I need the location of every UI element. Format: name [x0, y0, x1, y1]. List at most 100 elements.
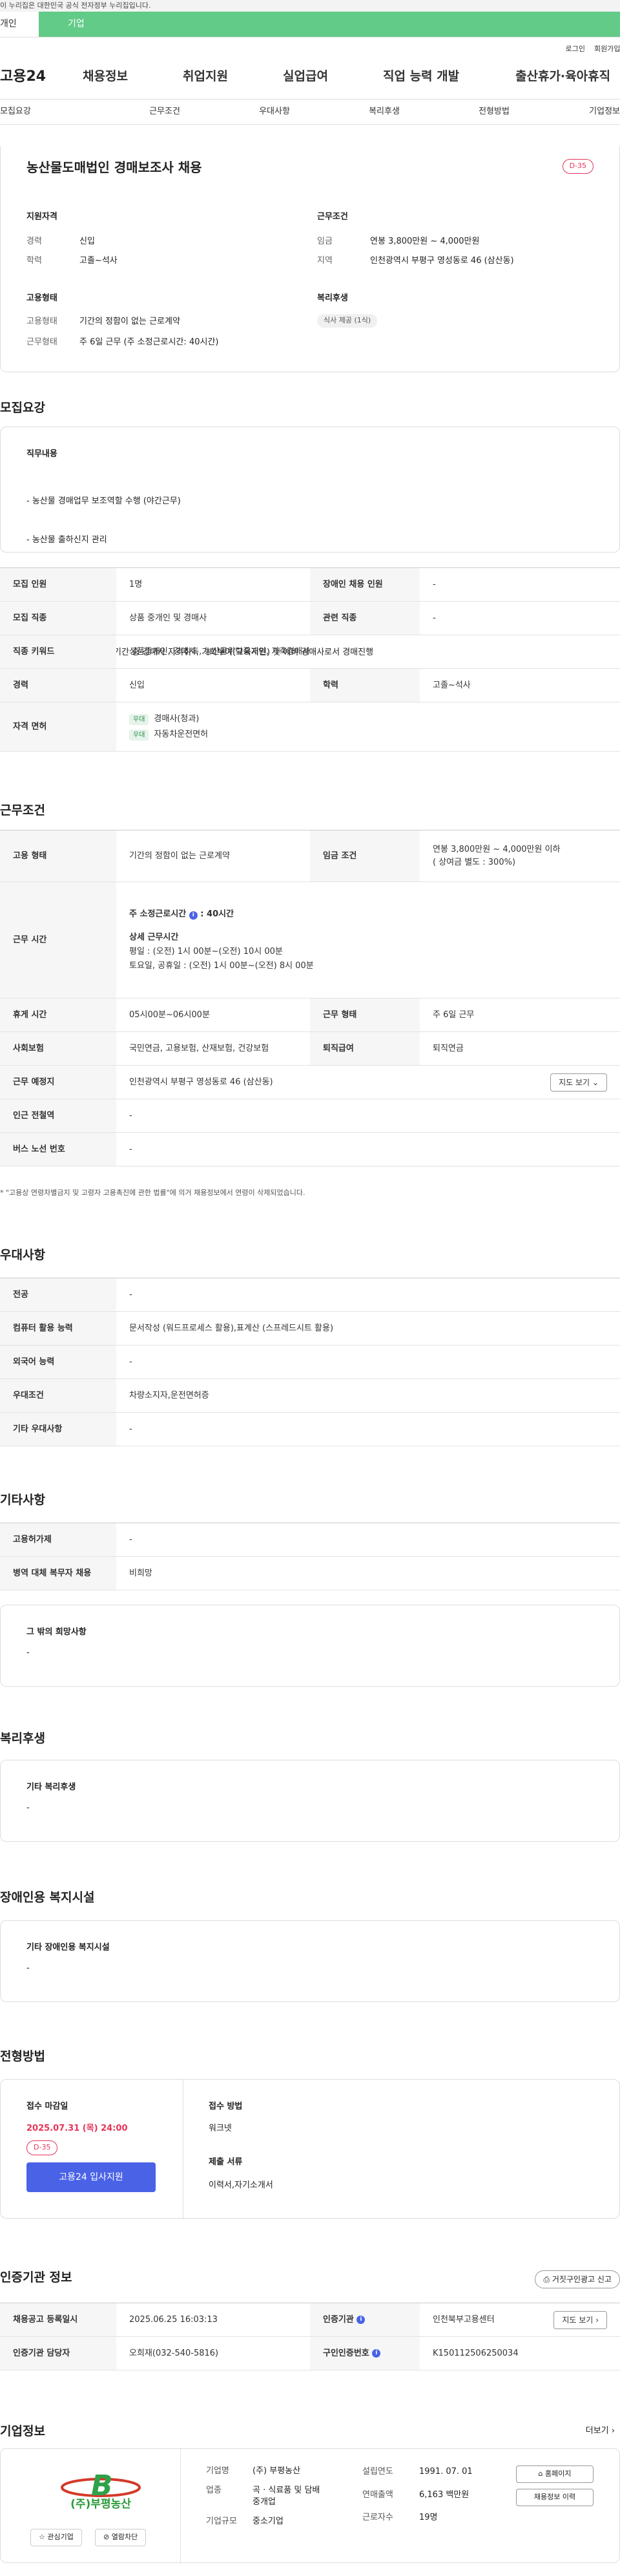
method-value: 워크넷	[209, 2124, 232, 2133]
info-label: 기업명	[206, 2466, 229, 2476]
duty-box: 직무내용 - 농산물 경매업무 보조역할 수행 (야간근무) - 농산물 출하신…	[0, 427, 620, 657]
bonus-value: ( 상여금 별도 : 300%)	[433, 857, 516, 867]
duty-line: - 농산물 경매업무 보조역할 수행 (야간근무)	[26, 496, 181, 506]
company-info-right: 설립연도 1991. 07. 01 연매출액 6,163 백만원 근로자수 19명	[362, 2465, 491, 2524]
emp-type-value: 기간의 정함이 없는 근로계약	[79, 317, 180, 326]
weekly-hours-value: 40시간	[207, 909, 234, 919]
emp-type-label: 고용형태	[26, 317, 57, 326]
apply-button[interactable]: 고용24 입사지원	[26, 2162, 156, 2192]
tab-business-label: 기업	[68, 19, 85, 29]
table-header: 근무 형태	[310, 998, 420, 1031]
divider	[180, 2449, 181, 2564]
nav-parental-leave[interactable]: 출산휴가·육아휴직	[515, 67, 610, 86]
welfare-section-heading: 복리후생	[0, 1731, 45, 1746]
company-info-row: 기업규모 중소기업	[206, 2516, 348, 2528]
table-row: 채용공고 등록일시 2025.06.25 16:03:13 인증기관 i 인천북…	[0, 2303, 620, 2337]
signup-link[interactable]: 회원가입	[594, 44, 620, 63]
tab-business[interactable]: 기업	[39, 12, 620, 37]
table-row: 모집 직종 상품 중개인 및 경매사 관련 직종 -	[0, 602, 620, 635]
emp-form-value: 주 6일 근무 (주 소정근로시간: 40시간)	[79, 337, 219, 347]
age-notice: * "고용상 연령차별금지 및 고령자 고용촉진에 관한 법률"에 의거 채용정…	[0, 1188, 305, 1197]
qual-education: 학력 고졸~석사	[26, 255, 118, 268]
table-cell: 고졸~석사	[433, 680, 471, 690]
company-info-left: 기업명 (주) 부평농산 업종 곡 · 식료품 및 담배 중개업 기업규모 중소기업	[206, 2465, 348, 2528]
table-row: 기타 우대사항 -	[0, 1413, 620, 1446]
hours-cell: 주 소정근로시간 i : 40시간 상세 근무시간 평일 : (오전) 1시 0…	[116, 882, 327, 998]
info-label: 설립연도	[362, 2467, 393, 2476]
subnav-recruit[interactable]: 모집요강	[0, 105, 110, 118]
table-header: 전공	[0, 1278, 116, 1311]
table-header: 퇴직급여	[310, 1032, 420, 1065]
favorite-company-button[interactable]: ☆ 관심기업	[30, 2529, 82, 2546]
place-cell: 인천광역시 부평구 영성동로 46 (삼산동) 지도 보기 ⌄	[116, 1066, 620, 1099]
etc-box-value: -	[26, 1648, 30, 1658]
nav-unemployment-benefit[interactable]: 실업급여	[283, 67, 383, 86]
favorite-label: 관심기업	[47, 2533, 74, 2541]
section-nav: 모집요강 근무조건 우대사항 복리후생 전형방법 기업정보	[0, 99, 620, 125]
tab-personal[interactable]: 개인	[0, 12, 39, 37]
table-header: 구인인증번호 i	[310, 2337, 420, 2370]
homepage-label: 홈페이지	[545, 2469, 572, 2478]
table-header: 기타 우대사항	[0, 1413, 116, 1446]
login-link[interactable]: 로그인	[566, 44, 585, 63]
subnav-selection[interactable]: 전형방법	[439, 105, 549, 118]
company-info-row: 연매출액 6,163 백만원	[362, 2489, 491, 2502]
deadline-heading: 접수 마감일	[26, 2102, 68, 2111]
etc-table: 고용허가제 - 병역 대체 복무자 채용 비희망	[0, 1523, 620, 1590]
nav-vocational-training[interactable]: 직업 능력 개발	[383, 67, 515, 86]
weekly-hours-label: 주 소정근로시간	[129, 909, 187, 919]
cert-map-button[interactable]: 지도 보기 ›	[553, 2310, 607, 2329]
table-cell: 퇴직연금	[433, 1043, 464, 1053]
table-header: 고용허가제	[0, 1523, 116, 1556]
subnav-welfare[interactable]: 복리후생	[329, 105, 439, 118]
company-info-row: 설립연도 1991. 07. 01	[362, 2465, 491, 2478]
weekly-hours: 주 소정근로시간 i : 40시간	[129, 909, 234, 920]
hours-detail-line: 토요일, 공휴일 : (오전) 1시 00분~(오전) 8시 00분	[129, 960, 314, 971]
qual-edu-value: 고졸~석사	[79, 256, 118, 266]
disability-box-value: -	[26, 1963, 30, 1973]
table-row: 인근 전철역 -	[0, 1099, 620, 1133]
table-header: 사회보험	[0, 1032, 116, 1065]
table-row: 근무 예정지 인천광역시 부평구 영성동로 46 (삼산동) 지도 보기 ⌄	[0, 1066, 620, 1099]
subnav-conditions[interactable]: 근무조건	[110, 105, 220, 118]
nav-job-info[interactable]: 채용정보	[83, 67, 183, 86]
info-icon[interactable]: i	[372, 2349, 381, 2358]
chevron-right-icon: ›	[595, 2315, 599, 2325]
info-icon[interactable]: i	[356, 2316, 366, 2324]
map-button[interactable]: 지도 보기 ⌄	[550, 1073, 607, 1092]
subnav-preferences[interactable]: 우대사항	[220, 105, 329, 118]
site-logo[interactable]: 고용24	[0, 66, 83, 87]
home-icon: ⌂	[538, 2469, 543, 2478]
subnav-company[interactable]: 기업정보	[549, 105, 620, 118]
table-cell: -	[129, 1289, 132, 1300]
table-cell: 신입	[129, 680, 145, 690]
table-cell: 오희재(032-540-5816)	[129, 2348, 219, 2358]
qual-career-label: 경력	[26, 237, 42, 246]
emp-form: 근무형태 주 6일 근무 (주 소정근로시간: 40시간)	[26, 336, 218, 349]
user-type-tabs: 개인 기업	[0, 12, 620, 37]
table-cell: 국민연금, 고용보험, 산재보험, 건강보험	[129, 1043, 269, 1053]
cert-number-label: 구인인증번호	[323, 2348, 369, 2358]
table-cell: K150112506250034	[433, 2348, 519, 2358]
info-icon[interactable]: i	[189, 911, 198, 920]
company-logo: B (주)부평농산	[46, 2468, 156, 2513]
block-company-button[interactable]: ⊘ 열람차단	[95, 2529, 147, 2546]
table-header: 우대조건	[0, 1379, 116, 1412]
company-more-link[interactable]: 더보기 ›	[586, 2425, 615, 2438]
preferred-badge: 우대	[129, 714, 149, 725]
welfare-box-value: -	[26, 1803, 30, 1813]
job-history-button[interactable]: 채용정보 이력	[516, 2489, 594, 2506]
report-button[interactable]: ⎙ 거짓구인광고 신고	[535, 2270, 620, 2288]
homepage-button[interactable]: ⌂ 홈페이지	[516, 2465, 594, 2483]
cond-region: 지역 인천광역시 부평구 영성동로 46 (삼산동)	[317, 255, 514, 268]
map-button-label: 지도 보기	[559, 1077, 590, 1087]
pref-heading: 우대사항	[0, 1248, 45, 1262]
tab-personal-label: 개인	[0, 19, 17, 29]
welfare-box-heading: 기타 복리후생	[26, 1782, 76, 1792]
cond-wage-value: 연봉 3,800만원 ~ 4,000만원	[370, 237, 480, 246]
license-item: 우대 경매사(청과)	[129, 713, 199, 726]
table-row: 버스 노선 번호 -	[0, 1133, 620, 1167]
cert-org-label: 인증기관	[323, 2314, 354, 2325]
info-value: 1991. 07. 01	[419, 2467, 473, 2476]
nav-employment-support[interactable]: 취업지원	[183, 67, 283, 86]
